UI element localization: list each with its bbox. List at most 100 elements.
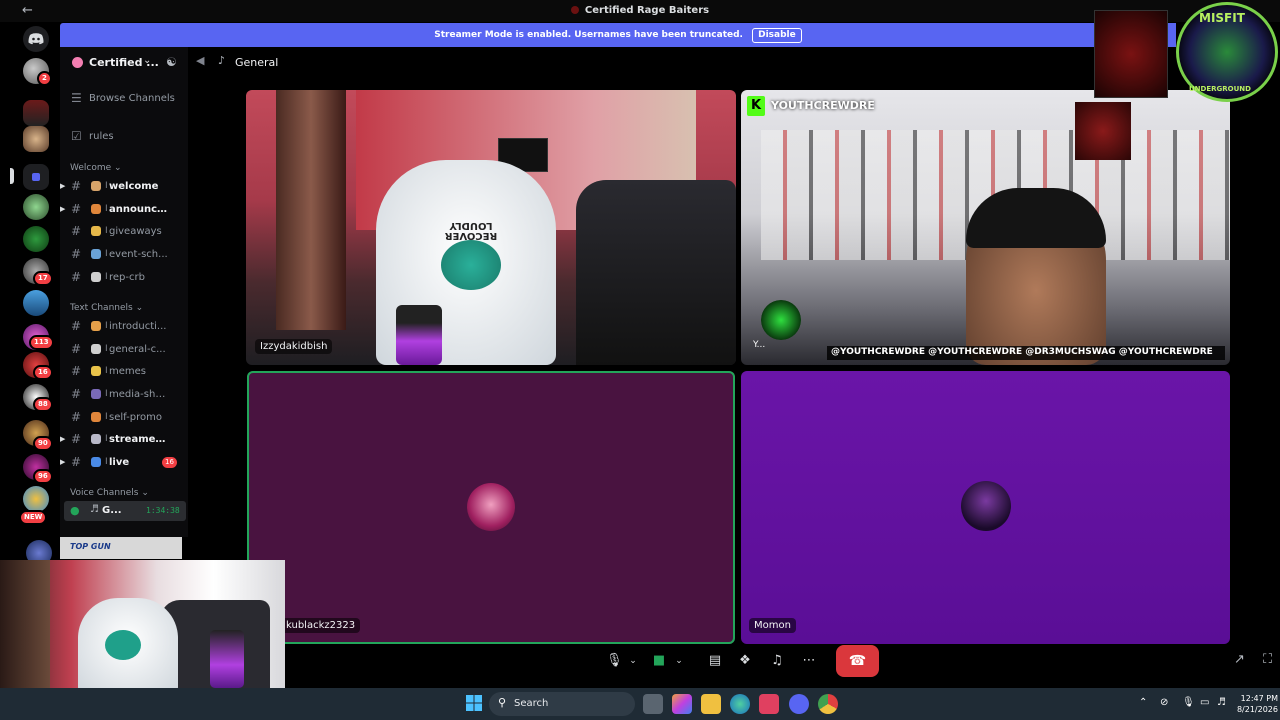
topgun-panel: TOP GUN xyxy=(60,537,182,559)
rage-baiters-poster xyxy=(1075,102,1131,160)
edge-icon[interactable] xyxy=(730,694,750,714)
search-icon: ⚲ xyxy=(498,696,507,709)
camera-icon[interactable]: ■ xyxy=(650,645,668,677)
mention-count: 16 xyxy=(162,457,177,468)
volume-icon[interactable]: ♬ xyxy=(1217,697,1226,708)
taskbar-search[interactable]: ⚲ Search xyxy=(489,692,635,716)
display-icon[interactable]: ▭ xyxy=(1200,697,1209,708)
fullscreen-icon[interactable]: ⛶ xyxy=(1263,652,1272,667)
participant-name: Izzydakidbish xyxy=(255,339,333,354)
disable-button[interactable]: Disable xyxy=(752,28,802,43)
channel-4[interactable]: # Irep-crb xyxy=(60,268,188,288)
windows-taskbar: ⚲ Search ⌃ ⊘ 🎙 ▭ ♬ 12:47 PM 8/21/2026 xyxy=(0,688,1280,720)
tray-chevron-icon[interactable]: ⌃ xyxy=(1139,697,1147,708)
video-tile-momon[interactable]: Momon xyxy=(741,371,1230,644)
channel-label: announce... xyxy=(109,204,169,215)
banner-text: Streamer Mode is enabled. Usernames have… xyxy=(434,30,743,40)
chevron-down-icon[interactable]: ⌄ xyxy=(628,645,638,677)
participant-initial: Y... xyxy=(753,340,766,350)
channel-11[interactable]: ▶ # Ilive 16 xyxy=(60,453,188,473)
server-icon xyxy=(72,57,83,68)
store-icon[interactable] xyxy=(759,694,779,714)
network-off-icon[interactable]: ⊘ xyxy=(1160,697,1168,708)
voice-channel-name: General xyxy=(235,56,279,69)
browse-channels[interactable]: ☰ Browse Channels xyxy=(70,91,186,109)
channel-emoji-icon xyxy=(91,249,101,259)
microphone-icon[interactable]: 🎙 xyxy=(606,645,623,677)
channel-label: rep-crb xyxy=(109,272,145,283)
rules-channel[interactable]: ☑ rules xyxy=(70,129,186,147)
hash-icon: # xyxy=(71,432,82,446)
video-tile-kublackz[interactable]: kublackz2323 xyxy=(247,371,735,644)
channel-7[interactable]: # Imemes xyxy=(60,362,188,382)
participant-avatar xyxy=(961,481,1011,531)
voice-channel-general[interactable]: ● ♬ G... 1:34:38 xyxy=(64,501,186,521)
new-badge: NEW xyxy=(19,510,48,525)
activities-icon[interactable]: ❖ xyxy=(736,645,754,677)
category-welcome[interactable]: Welcome ⌄ xyxy=(70,163,122,173)
category-voice-channels[interactable]: Voice Channels ⌄ xyxy=(70,488,149,498)
server-avatar-5[interactable] xyxy=(23,226,49,252)
title-bar: ← Certified Rage Baiters xyxy=(0,0,1280,22)
windows-start-icon[interactable] xyxy=(464,694,484,714)
channel-1[interactable]: ▶ # Iannounce... xyxy=(60,200,188,220)
channel-0[interactable]: ▶ # Iwelcome xyxy=(60,177,188,197)
participant-name: Momon xyxy=(749,618,796,633)
expand-arrow-icon[interactable]: ▶ xyxy=(60,458,65,466)
person-arm xyxy=(276,90,346,330)
video-tile-izzy[interactable]: RECOVER LOUDLY Izzydakidbish xyxy=(246,90,736,365)
server-avatar-13[interactable] xyxy=(23,486,49,512)
hash-icon: # xyxy=(71,410,82,424)
channel-emoji-icon xyxy=(91,226,101,236)
channel-9[interactable]: # Iself-promo xyxy=(60,408,188,428)
stream-brand: YOUTHCREWDRE xyxy=(771,99,875,112)
chevron-down-icon: ⌄ xyxy=(143,55,152,66)
server-avatar-7[interactable] xyxy=(23,290,49,316)
shirt-print: RECOVER LOUDLY xyxy=(444,220,498,241)
chrome-icon[interactable] xyxy=(818,694,838,714)
server-header[interactable]: Certified ... ⌄ ☯ xyxy=(60,47,188,79)
mic-tray-icon[interactable]: 🎙 xyxy=(1182,697,1195,708)
discord-home-icon[interactable] xyxy=(23,26,49,52)
folder-icon[interactable] xyxy=(23,164,49,190)
channel-2[interactable]: # Igiveaways xyxy=(60,222,188,242)
separator: I xyxy=(105,181,108,191)
disconnect-button[interactable]: ☎ xyxy=(836,645,879,677)
channel-3[interactable]: # Ievent-sch... xyxy=(60,245,188,265)
screen-share-icon[interactable]: ▤ xyxy=(706,645,724,677)
channel-6[interactable]: # Igeneral-c... xyxy=(60,340,188,360)
task-view-icon[interactable] xyxy=(643,694,663,714)
server-avatar-3[interactable] xyxy=(23,126,49,152)
hash-icon: # xyxy=(71,342,82,356)
server-avatar-4[interactable] xyxy=(23,194,49,220)
chevron-down-icon[interactable]: ⌄ xyxy=(674,645,684,677)
topgun-logo: TOP GUN xyxy=(70,542,111,551)
separator: I xyxy=(105,434,108,444)
channel-10[interactable]: ▶ # Istreamer-... xyxy=(60,430,188,450)
copilot-icon[interactable] xyxy=(672,694,692,714)
channel-emoji-icon xyxy=(91,181,101,191)
taskbar-clock[interactable]: 12:47 PM 8/21/2026 xyxy=(1232,693,1278,715)
popout-icon[interactable]: ↗ xyxy=(1234,652,1245,667)
expand-arrow-icon[interactable]: ▶ xyxy=(60,435,65,443)
file-explorer-icon[interactable] xyxy=(701,694,721,714)
soundboard-icon[interactable]: ♫ xyxy=(768,645,786,677)
discord-taskbar-icon[interactable] xyxy=(789,694,809,714)
expand-arrow-icon[interactable]: ▶ xyxy=(60,182,65,190)
expand-arrow-icon[interactable]: ▶ xyxy=(60,205,65,213)
server-avatar-2[interactable] xyxy=(23,100,49,126)
channel-emoji-icon xyxy=(91,457,101,467)
unread-badge: 2 xyxy=(37,71,52,86)
invite-people-icon[interactable]: ☯ xyxy=(166,55,177,69)
channel-8[interactable]: # Imedia-sha... xyxy=(60,385,188,405)
more-options-icon[interactable]: ⋯ xyxy=(800,645,818,677)
rage-poster-overlay xyxy=(1094,10,1168,98)
razer-logo xyxy=(761,300,801,340)
misfit-underground-logo: MISFIT UNDERGROUND xyxy=(1176,2,1278,102)
cam-person xyxy=(0,560,50,688)
separator: I xyxy=(105,226,108,236)
unread-badge: 88 xyxy=(33,397,53,412)
category-text-channels[interactable]: Text Channels ⌄ xyxy=(70,303,143,313)
video-tile-youthcrewdre[interactable]: K YOUTHCREWDRE Y... @YOUTHCREWDRE @YOUTH… xyxy=(741,90,1230,365)
channel-5[interactable]: # Iintroducti... xyxy=(60,317,188,337)
